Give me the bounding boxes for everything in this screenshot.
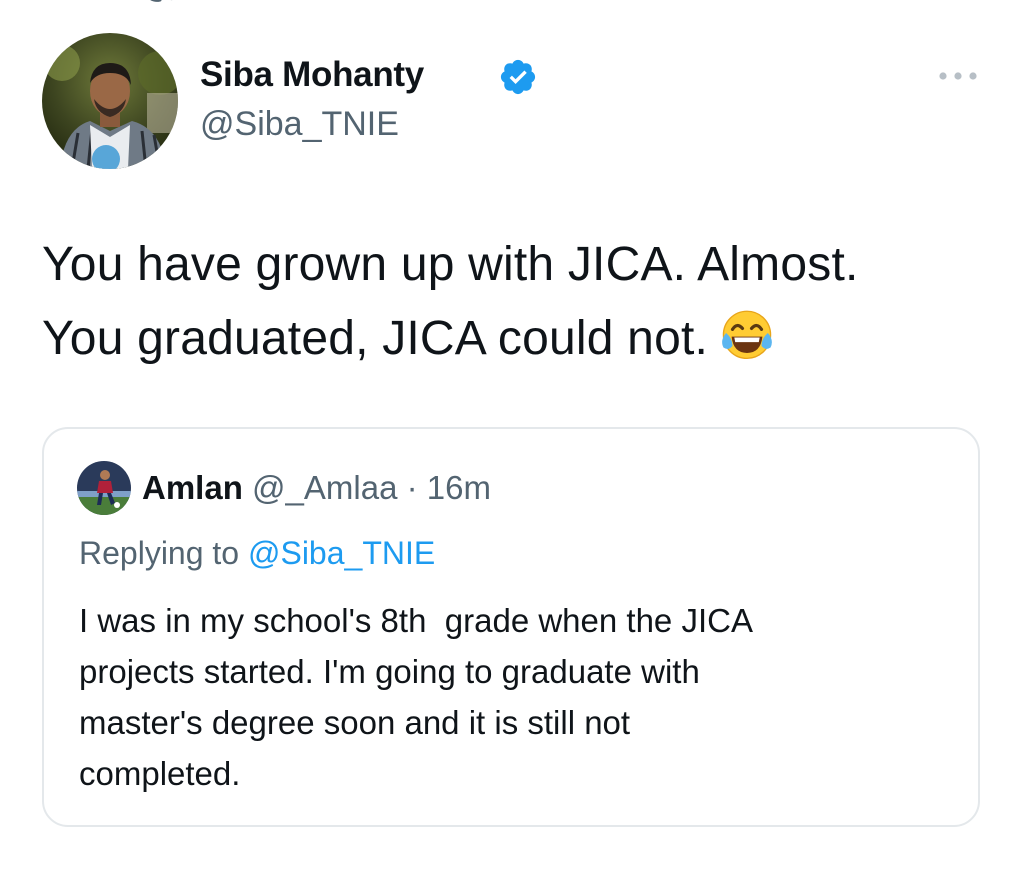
quoted-text-line: I was in my school's 8th grade when the … xyxy=(79,602,753,639)
meta-separator-dot: · xyxy=(406,469,418,506)
tweet-text: You have grown up with JICA. Almost. You… xyxy=(42,228,992,376)
meta-separator: · xyxy=(397,469,426,506)
replying-to: Replying to @Siba_TNIE xyxy=(79,535,435,572)
quoted-author-name[interactable]: Amlan xyxy=(142,469,243,506)
more-options-icon[interactable] xyxy=(938,71,978,81)
author-handle[interactable]: @Siba_TNIE xyxy=(200,105,399,144)
tweet-text-line: You graduated, JICA could not. xyxy=(42,302,992,376)
author-avatar[interactable] xyxy=(42,33,178,169)
quoted-tweet-card[interactable]: Amlan @_Amlaa · 16m Replying to @Siba_TN… xyxy=(42,427,980,827)
replying-to-handle-link[interactable]: @Siba_TNIE xyxy=(248,535,435,571)
author-name[interactable]: Siba Mohanty xyxy=(200,55,424,95)
tweet-text-line-content: You graduated, JICA could not. xyxy=(42,312,709,365)
quoted-author-handle[interactable]: @_Amlaa xyxy=(252,469,397,506)
top-cutoff-icon xyxy=(150,0,173,2)
quoted-tweet-meta: Amlan @_Amlaa · 16m xyxy=(142,469,491,507)
quoted-text-line: completed. xyxy=(79,755,241,792)
quoted-text-line: master's degree soon and it is still not xyxy=(79,704,631,741)
tweet-header: Siba Mohanty @Siba_TNIE xyxy=(40,33,984,173)
quoted-tweet-time[interactable]: 16m xyxy=(427,469,491,506)
quoted-author-avatar[interactable] xyxy=(77,461,131,515)
quoted-tweet-text: I was in my school's 8th grade when the … xyxy=(79,595,959,799)
tweet-text-line: You have grown up with JICA. Almost. xyxy=(42,238,859,291)
verified-badge-icon xyxy=(500,59,536,95)
replying-to-label: Replying to xyxy=(79,535,240,571)
quoted-text-line: projects started. I'm going to graduate … xyxy=(79,653,700,690)
face-with-tears-of-joy-icon xyxy=(722,310,772,360)
